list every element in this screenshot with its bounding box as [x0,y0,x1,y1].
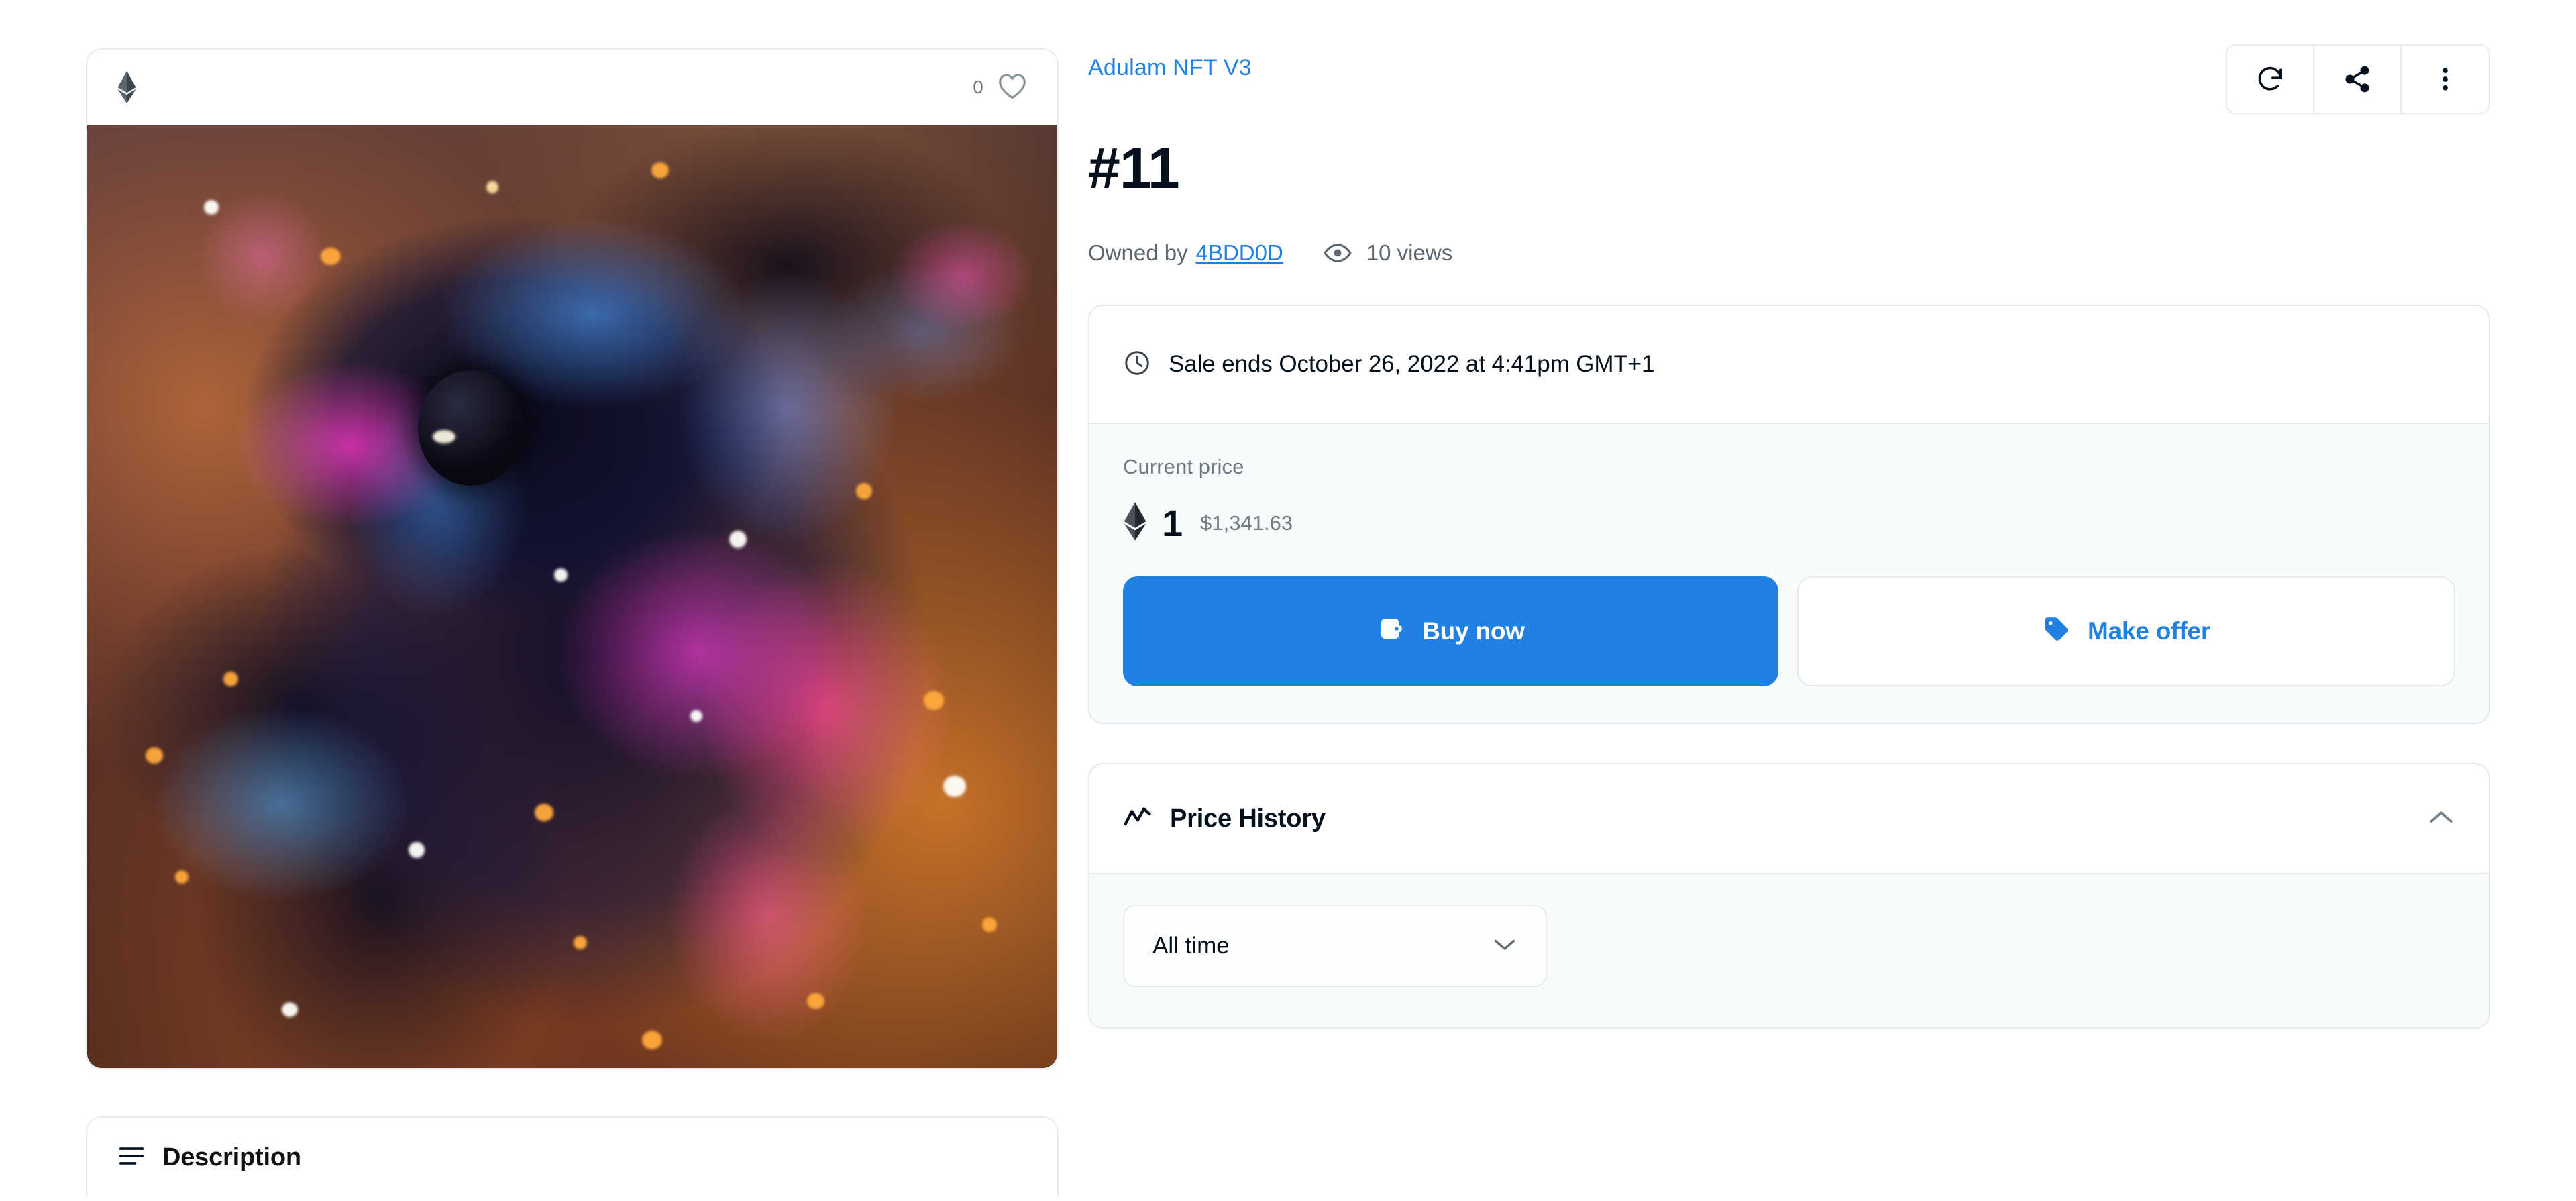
wallet-icon [1377,615,1405,649]
detail-topline: Adulam NFT V3 [1088,44,2490,114]
chevron-down-icon [1492,937,1517,956]
make-offer-label: Make offer [2087,617,2211,645]
ethereum-icon [117,71,137,103]
buy-now-button[interactable]: Buy now [1123,576,1778,686]
make-offer-button[interactable]: Make offer [1797,576,2455,686]
price-history-body: All time [1089,874,2489,1027]
favorite-count: 0 [973,76,983,97]
views-count: 10 views [1366,240,1453,265]
sale-panel-body: Current price 1 $1,341.63 Buy now Make o… [1089,424,2489,723]
nft-card-header: 0 [87,50,1057,125]
right-column: Adulam NFT V3 #11 Owned by 4BDD0D 10 vie… [1088,44,2490,1029]
price-history-title: Price History [1170,804,1326,833]
nft-artwork[interactable] [87,125,1057,1068]
sale-panel: Sale ends October 26, 2022 at 4:41pm GMT… [1088,305,2490,724]
share-button[interactable] [2314,46,2402,113]
clock-icon [1123,349,1151,380]
description-card[interactable]: Description [86,1116,1059,1197]
sale-ends-header: Sale ends October 26, 2022 at 4:41pm GMT… [1089,306,2489,424]
page-title: #11 [1088,136,1180,201]
owner-row: Owned by 4BDD0D 10 views [1088,240,2490,266]
cta-row: Buy now Make offer [1123,576,2455,686]
price-eth-amount: 1 [1162,501,1183,544]
nft-media-card: 0 [86,48,1059,1069]
favorite-group[interactable]: 0 [973,72,1028,103]
trend-line-icon [1123,806,1152,832]
eye-icon [1324,243,1352,263]
current-price-label: Current price [1123,455,1244,478]
description-title: Description [162,1143,301,1171]
artwork-magenta-highlights-layer [87,125,1057,1068]
left-column: 0 Description [86,48,1059,1197]
owner-link[interactable]: 4BDD0D [1196,240,1283,266]
price-history-header[interactable]: Price History [1089,764,2489,874]
more-options-button[interactable] [2402,46,2489,113]
collection-link[interactable]: Adulam NFT V3 [1088,55,1252,81]
buy-now-label: Buy now [1422,617,1525,645]
price-usd-amount: $1,341.63 [1200,511,1293,535]
item-actions-group [2226,44,2490,114]
price-history-range-label: All time [1152,933,1230,959]
artwork-eye-detail [418,370,524,486]
ethereum-icon [1123,502,1147,544]
nft-item-page: 0 Description Adulam NFT V3 #11 Owned by… [0,0,2576,1201]
list-lines-icon [118,1145,145,1171]
price-history-panel: Price History All time [1088,763,2490,1029]
price-history-header-left: Price History [1123,804,1326,833]
refresh-metadata-button[interactable] [2227,46,2314,113]
current-price-row: 1 $1,341.63 [1123,502,2455,544]
owner-label: Owned by [1088,240,1188,265]
heart-icon[interactable] [997,72,1028,103]
chevron-up-icon[interactable] [2427,808,2455,830]
tag-icon [2042,615,2070,649]
sale-ends-text: Sale ends October 26, 2022 at 4:41pm GMT… [1169,351,1655,377]
price-history-range-select[interactable]: All time [1123,905,1547,987]
